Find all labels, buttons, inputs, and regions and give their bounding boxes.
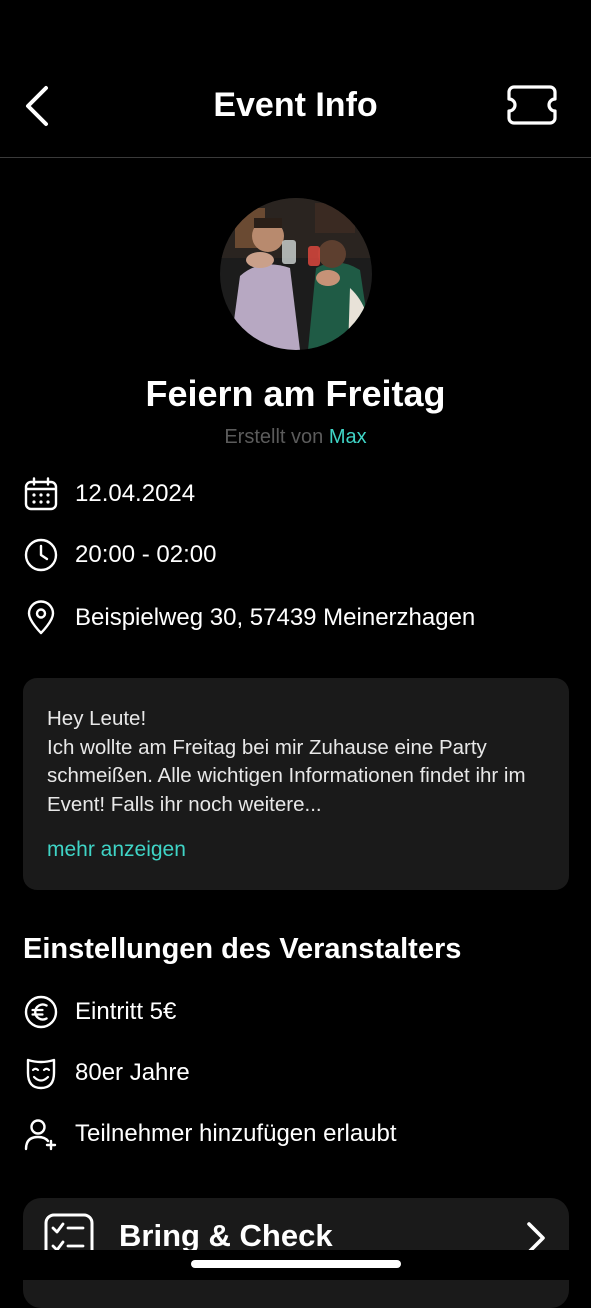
host-link[interactable]: Max	[329, 426, 367, 448]
setting-item-participants: Teilnehmer hinzufügen erlaubt	[23, 1114, 397, 1154]
time-row: 20:00 - 02:00	[23, 535, 216, 575]
address-row[interactable]: Beispielweg 30, 57439 Meinerzhagen	[23, 598, 475, 638]
setting-item-label: Teilnehmer hinzufügen erlaubt	[75, 1120, 397, 1147]
location-pin-icon	[27, 600, 55, 635]
date-row: 12.04.2024	[23, 474, 195, 514]
event-date: 12.04.2024	[75, 480, 196, 507]
created-by-prefix: Erstellt von	[224, 426, 324, 448]
setting-item-theme: 80er Jahre	[23, 1053, 190, 1093]
setting-item-label: Eintritt 5€	[75, 998, 177, 1025]
clock-icon	[24, 538, 58, 572]
event-avatar	[220, 198, 372, 350]
show-more-link[interactable]: mehr anzeigen	[47, 838, 186, 862]
page-title: Event Info	[213, 86, 378, 124]
setting-item-label: 80er Jahre	[75, 1059, 190, 1086]
add-user-icon	[24, 1119, 57, 1151]
top-bar: Event Info	[0, 0, 591, 158]
description-text: Hey Leute! Ich wollte am Freitag bei mir…	[47, 707, 526, 816]
event-time: 20:00 - 02:00	[75, 541, 217, 568]
setting-item-entry: Eintritt 5€	[23, 992, 176, 1032]
home-indicator[interactable]	[191, 1260, 401, 1268]
ticket-icon[interactable]	[506, 84, 558, 126]
bring-check-label: Bring & Check	[119, 1218, 333, 1253]
description-card: Hey Leute! Ich wollte am Freitag bei mir…	[23, 678, 569, 890]
settings-title: Einstellungen des Veranstalters	[23, 933, 462, 965]
mask-icon	[26, 1058, 56, 1090]
event-title: Feiern am Freitag	[145, 373, 446, 414]
euro-icon	[24, 995, 58, 1029]
created-by: Erstellt von Max	[0, 426, 591, 449]
event-address: Beispielweg 30, 57439 Meinerzhagen	[75, 604, 476, 631]
calendar-icon	[24, 477, 58, 511]
